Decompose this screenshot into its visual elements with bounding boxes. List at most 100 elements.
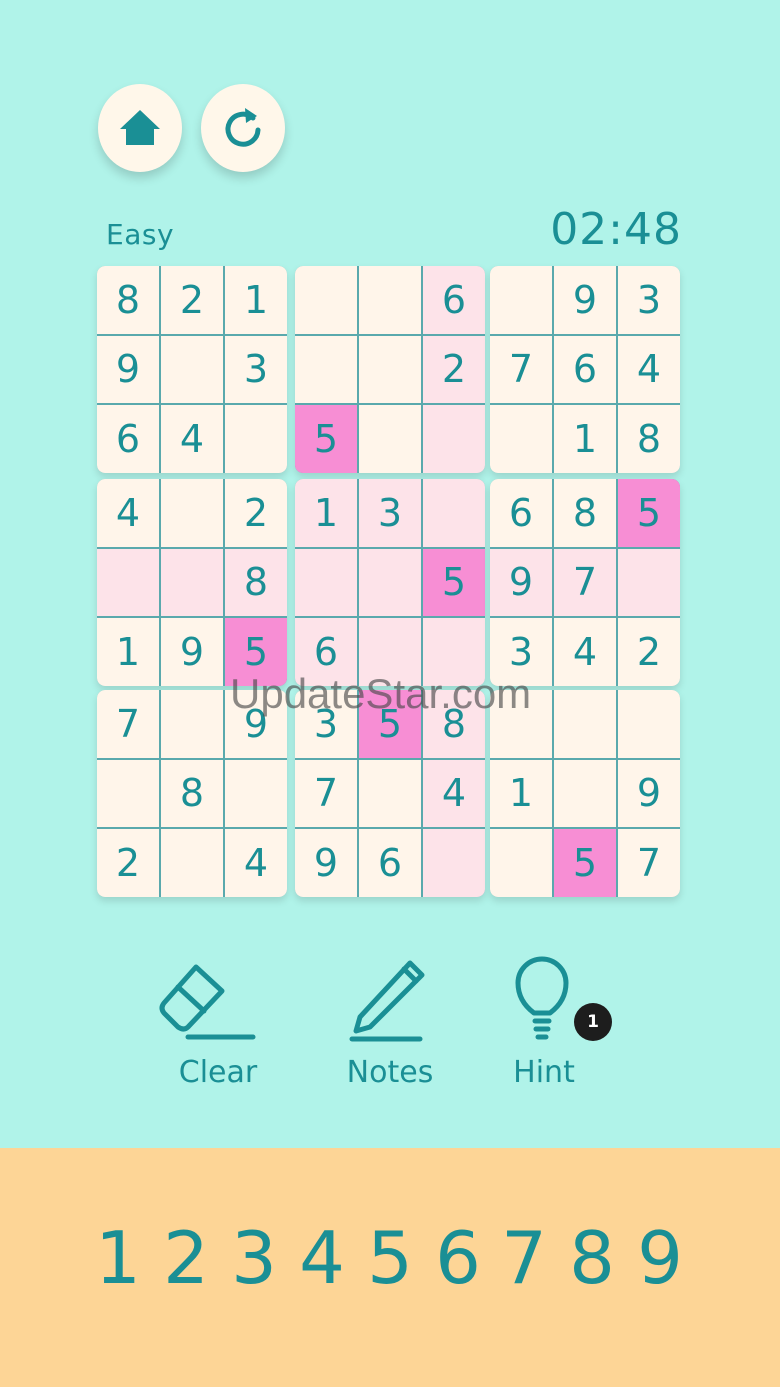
sudoku-cell[interactable] [161, 479, 223, 547]
sudoku-cell[interactable]: 2 [161, 266, 223, 334]
sudoku-cell[interactable] [423, 618, 485, 686]
sudoku-cell[interactable]: 4 [97, 479, 159, 547]
notes-button[interactable]: Notes [320, 955, 460, 1095]
sudoku-cell[interactable]: 5 [618, 479, 680, 547]
sudoku-cell[interactable]: 6 [359, 829, 421, 897]
sudoku-cell[interactable] [161, 829, 223, 897]
sudoku-cell[interactable]: 6 [490, 479, 552, 547]
sudoku-cell[interactable] [161, 690, 223, 758]
sudoku-cell[interactable] [225, 759, 287, 828]
sudoku-cell[interactable]: 8 [225, 548, 287, 617]
sudoku-cell[interactable]: 4 [225, 829, 287, 897]
sudoku-cell[interactable]: 1 [295, 479, 357, 547]
sudoku-cell[interactable]: 9 [225, 690, 287, 758]
sudoku-cell[interactable]: 5 [225, 618, 287, 686]
sudoku-cell[interactable]: 1 [554, 405, 616, 473]
number-key[interactable]: 1 [88, 1216, 148, 1300]
sudoku-cell[interactable]: 3 [359, 479, 421, 547]
sudoku-cell[interactable]: 1 [490, 759, 552, 828]
sudoku-cell[interactable]: 8 [618, 405, 680, 473]
sudoku-cell[interactable]: 9 [618, 759, 680, 828]
sudoku-cell[interactable]: 6 [295, 618, 357, 686]
sudoku-cell[interactable] [97, 548, 159, 617]
sudoku-cell[interactable] [359, 618, 421, 686]
sudoku-cell[interactable] [295, 548, 357, 617]
sudoku-cell[interactable]: 2 [97, 829, 159, 897]
pencil-icon [349, 960, 425, 1042]
sudoku-cell[interactable] [359, 405, 421, 473]
sudoku-cell[interactable]: 8 [423, 690, 485, 758]
number-key[interactable]: 9 [630, 1216, 690, 1300]
sudoku-cell[interactable]: 6 [554, 335, 616, 404]
sudoku-cell[interactable]: 6 [423, 266, 485, 334]
sudoku-cell[interactable] [359, 266, 421, 334]
clear-button[interactable]: Clear [148, 955, 288, 1095]
notes-label: Notes [346, 1055, 434, 1090]
sudoku-cell[interactable]: 3 [490, 618, 552, 686]
sudoku-cell[interactable]: 9 [97, 335, 159, 404]
sudoku-cell[interactable]: 7 [490, 335, 552, 404]
sudoku-box: 1957 [490, 690, 680, 897]
sudoku-cell[interactable]: 6 [97, 405, 159, 473]
sudoku-cell[interactable]: 5 [554, 829, 616, 897]
sudoku-cell[interactable]: 8 [554, 479, 616, 547]
sudoku-cell[interactable]: 9 [161, 618, 223, 686]
sudoku-cell[interactable]: 8 [97, 266, 159, 334]
number-key[interactable]: 2 [156, 1216, 216, 1300]
number-key[interactable]: 5 [360, 1216, 420, 1300]
sudoku-box: 68597342 [490, 479, 680, 686]
restart-button[interactable] [201, 84, 285, 172]
sudoku-cell[interactable] [161, 335, 223, 404]
sudoku-cell[interactable]: 4 [618, 335, 680, 404]
sudoku-cell[interactable]: 4 [161, 405, 223, 473]
number-key[interactable]: 8 [562, 1216, 622, 1300]
sudoku-cell[interactable] [618, 690, 680, 758]
sudoku-cell[interactable] [161, 548, 223, 617]
sudoku-box: 428195 [97, 479, 287, 686]
sudoku-cell[interactable]: 3 [225, 335, 287, 404]
sudoku-cell[interactable] [554, 759, 616, 828]
sudoku-cell[interactable] [490, 829, 552, 897]
sudoku-cell[interactable]: 2 [423, 335, 485, 404]
sudoku-cell[interactable] [225, 405, 287, 473]
sudoku-cell[interactable]: 4 [423, 759, 485, 828]
sudoku-cell[interactable]: 5 [295, 405, 357, 473]
sudoku-cell[interactable]: 5 [423, 548, 485, 617]
sudoku-cell[interactable]: 7 [97, 690, 159, 758]
sudoku-cell[interactable]: 7 [618, 829, 680, 897]
sudoku-cell[interactable] [359, 548, 421, 617]
sudoku-cell[interactable]: 8 [161, 759, 223, 828]
sudoku-cell[interactable]: 9 [295, 829, 357, 897]
sudoku-cell[interactable]: 4 [554, 618, 616, 686]
sudoku-cell[interactable]: 5 [359, 690, 421, 758]
sudoku-cell[interactable] [423, 829, 485, 897]
sudoku-cell[interactable]: 1 [97, 618, 159, 686]
sudoku-cell[interactable] [97, 759, 159, 828]
home-button[interactable] [98, 84, 182, 172]
sudoku-cell[interactable]: 9 [554, 266, 616, 334]
sudoku-cell[interactable]: 3 [618, 266, 680, 334]
sudoku-cell[interactable] [490, 266, 552, 334]
sudoku-cell[interactable] [359, 335, 421, 404]
sudoku-cell[interactable]: 9 [490, 548, 552, 617]
sudoku-cell[interactable]: 3 [295, 690, 357, 758]
number-key[interactable]: 4 [292, 1216, 352, 1300]
sudoku-cell[interactable] [423, 405, 485, 473]
sudoku-cell[interactable]: 2 [618, 618, 680, 686]
sudoku-cell[interactable] [295, 266, 357, 334]
sudoku-cell[interactable] [618, 548, 680, 617]
sudoku-cell[interactable]: 7 [295, 759, 357, 828]
number-key[interactable]: 7 [494, 1216, 554, 1300]
sudoku-cell[interactable] [359, 759, 421, 828]
sudoku-cell[interactable] [423, 479, 485, 547]
sudoku-cell[interactable]: 2 [225, 479, 287, 547]
number-key[interactable]: 3 [224, 1216, 284, 1300]
sudoku-cell[interactable]: 1 [225, 266, 287, 334]
sudoku-cell[interactable] [554, 690, 616, 758]
sudoku-cell[interactable] [295, 335, 357, 404]
sudoku-cell[interactable] [490, 405, 552, 473]
timer: 02:48 [550, 204, 682, 255]
number-key[interactable]: 6 [428, 1216, 488, 1300]
sudoku-cell[interactable] [490, 690, 552, 758]
sudoku-cell[interactable]: 7 [554, 548, 616, 617]
